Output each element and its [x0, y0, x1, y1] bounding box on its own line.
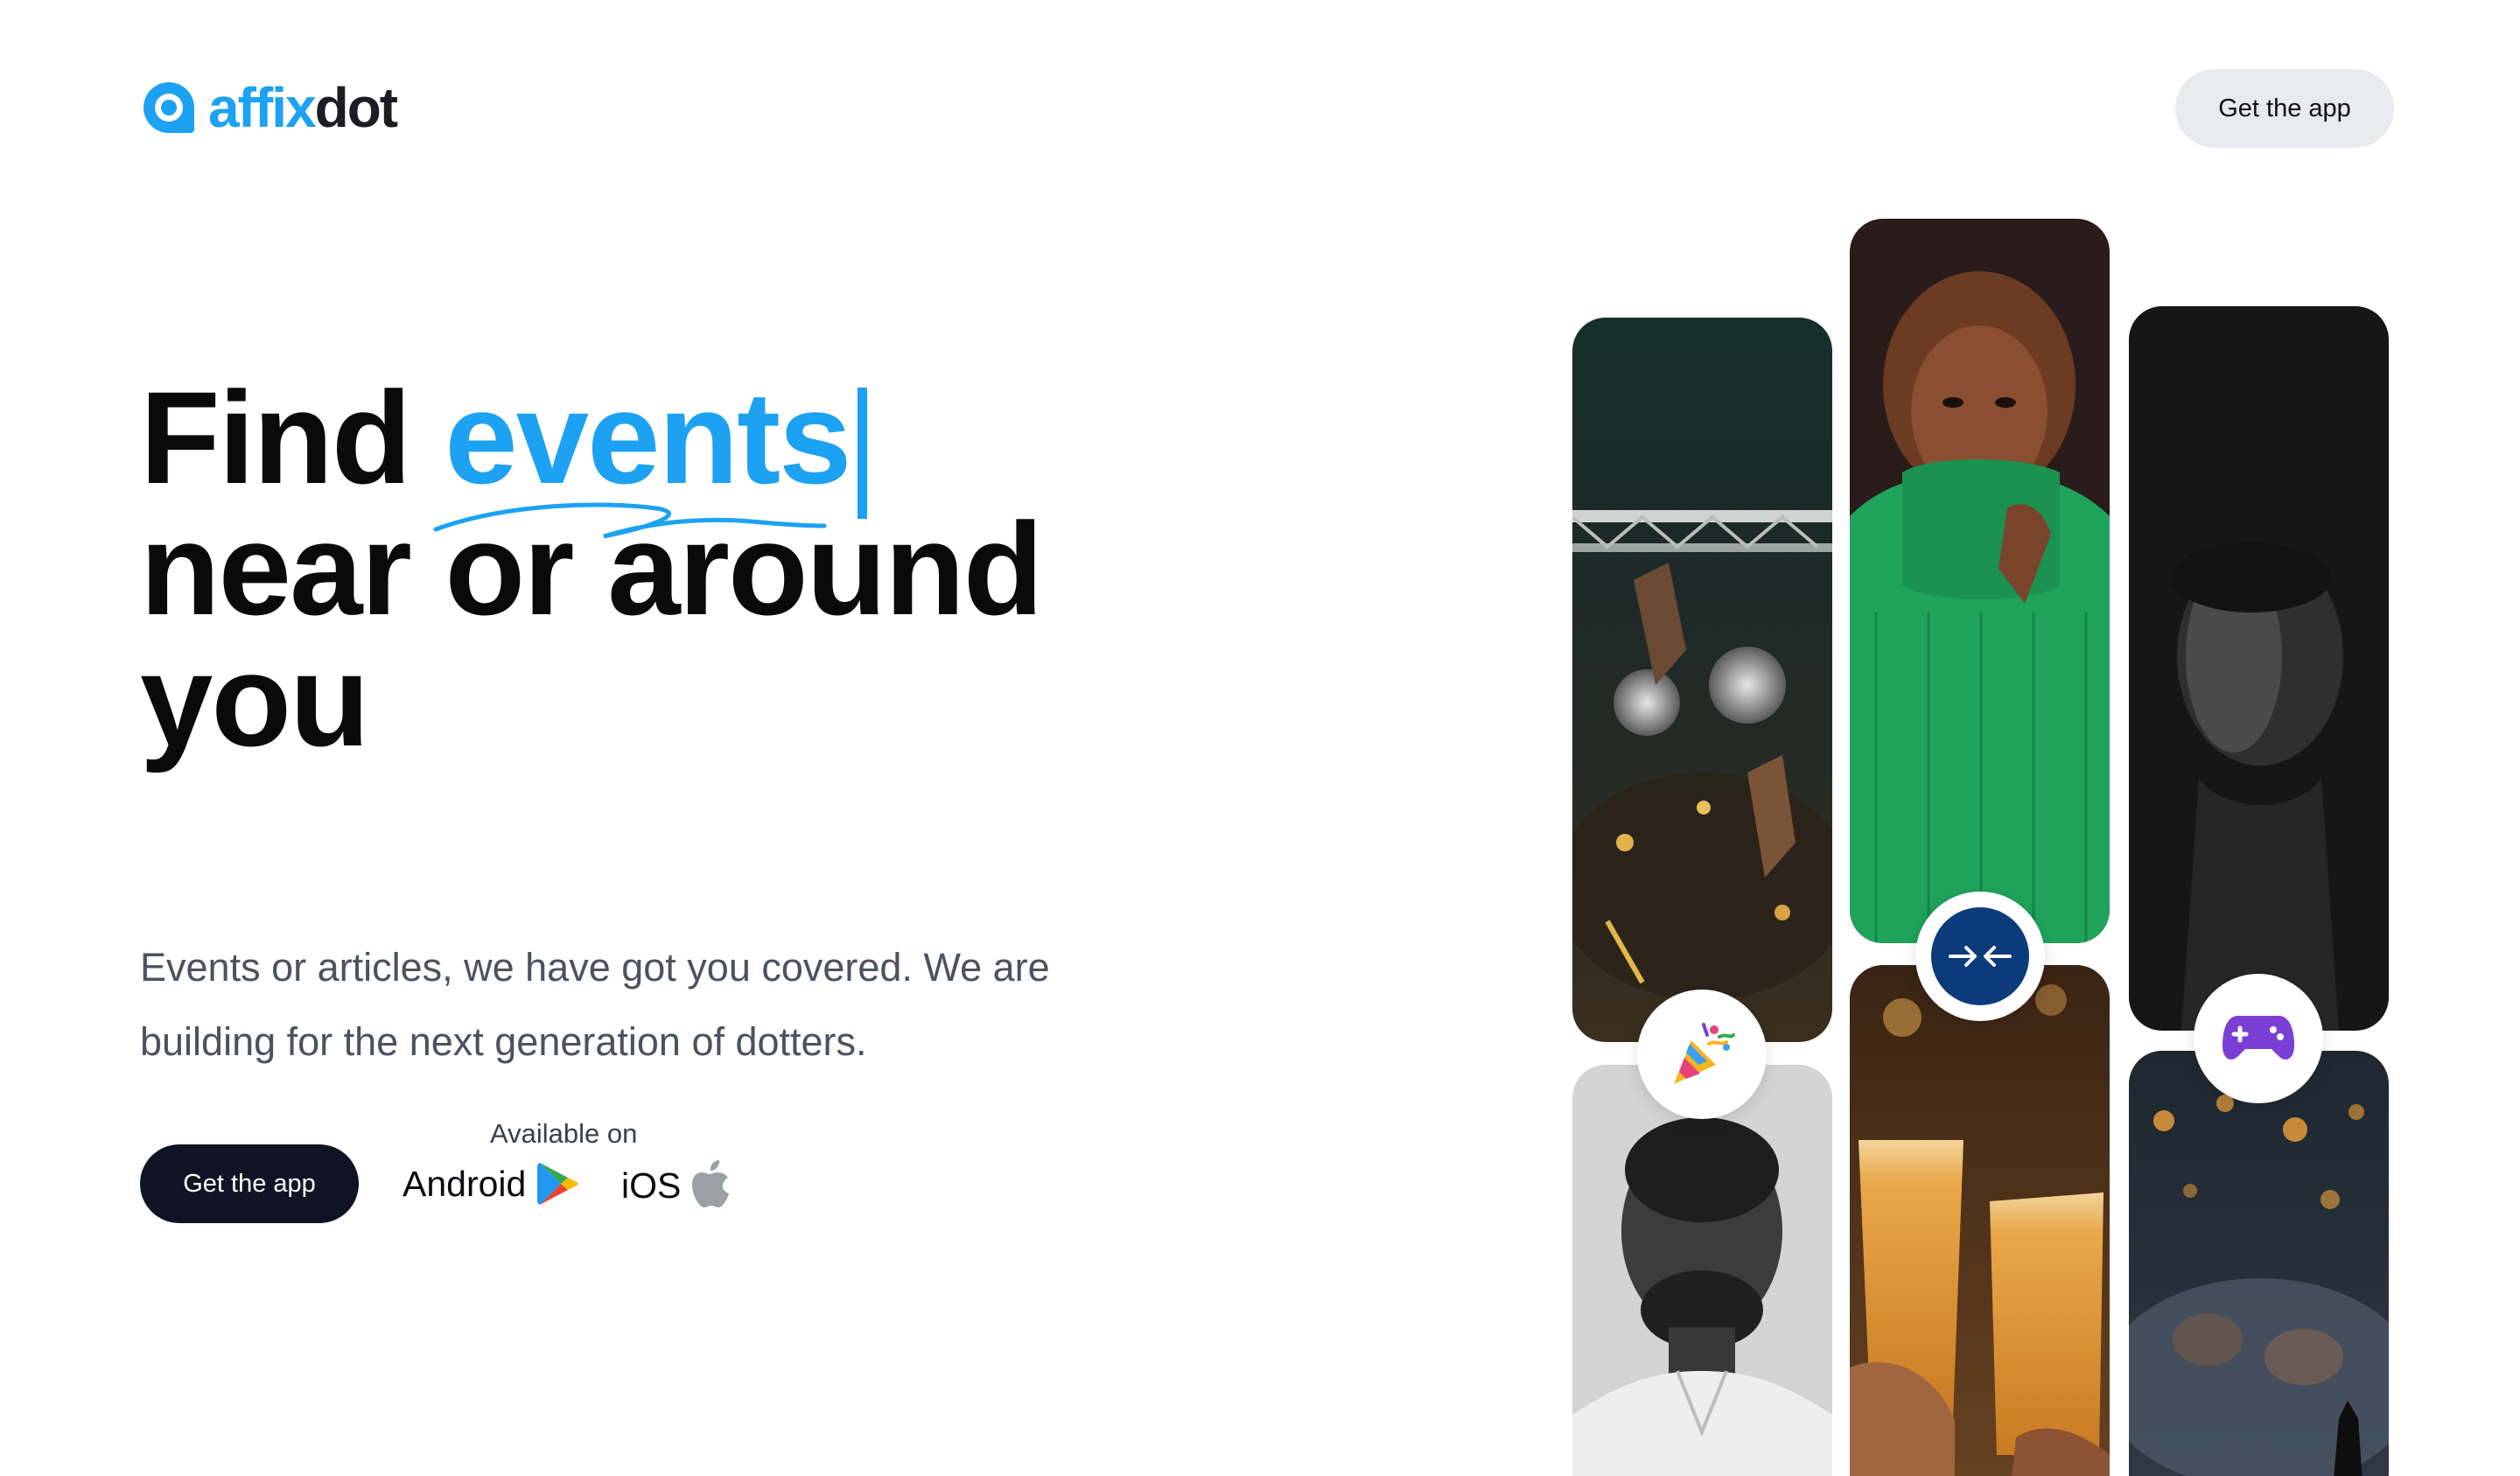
hero-title-word: Find — [140, 364, 412, 511]
arrows-converge-icon — [1949, 946, 2012, 967]
party-badge — [1637, 990, 1767, 1119]
android-label: Android — [402, 1163, 527, 1204]
brand-name-part2: dot — [314, 76, 398, 139]
typing-caret — [857, 388, 867, 519]
photo-card-man-bw[interactable] — [1572, 1065, 1832, 1476]
available-on-label: Available on — [490, 1118, 638, 1149]
brand-logo[interactable]: affixdot — [140, 79, 398, 136]
hero-title-line-3: you — [140, 626, 370, 773]
connect-badge-circle — [1931, 907, 2029, 1005]
header-get-app-button[interactable]: Get the app — [2175, 69, 2394, 148]
photo-card-beer-toast[interactable] — [1850, 965, 2110, 1476]
hero-get-app-button[interactable]: Get the app — [140, 1144, 359, 1223]
ios-store-link[interactable]: iOS — [621, 1160, 735, 1211]
brand-wordmark: affixdot — [208, 80, 398, 136]
connect-badge — [1915, 892, 2045, 1021]
ios-label: iOS — [621, 1165, 682, 1206]
speech-bubble-logo-icon — [144, 82, 194, 133]
hero-subtitle: Events or articles, we have got you cove… — [140, 945, 1050, 1064]
gaming-badge — [2194, 974, 2323, 1103]
google-play-icon — [537, 1163, 578, 1205]
android-store-link[interactable]: Android — [402, 1160, 580, 1207]
photo-card-man-dark[interactable] — [2129, 306, 2389, 1031]
apple-icon — [692, 1160, 730, 1207]
photo-card-party-crowd[interactable] — [1572, 318, 1832, 1042]
hero-title: Find events near or around you — [140, 372, 1190, 766]
party-crowd-photo — [1572, 318, 1832, 1042]
man-portrait-photo — [1572, 1065, 1832, 1476]
underline-squiggle-decoration — [433, 502, 827, 539]
party-popper-icon — [1674, 1023, 1735, 1084]
beer-toast-photo — [1850, 965, 2110, 1476]
photo-card-woman-green[interactable] — [1850, 219, 2110, 943]
photo-card-concert[interactable] — [2129, 1051, 2389, 1476]
landing-page: affixdot Get the app Find events near or… — [0, 0, 2520, 1476]
hero-title-line-1: Find events — [140, 372, 1190, 519]
brand-name-part1: affix — [208, 76, 317, 139]
concert-crowd-photo — [2129, 1051, 2389, 1476]
man-dark-portrait-photo — [2129, 306, 2389, 1031]
game-controller-icon — [2222, 1016, 2294, 1060]
woman-green-sweater-photo — [1850, 219, 2110, 943]
